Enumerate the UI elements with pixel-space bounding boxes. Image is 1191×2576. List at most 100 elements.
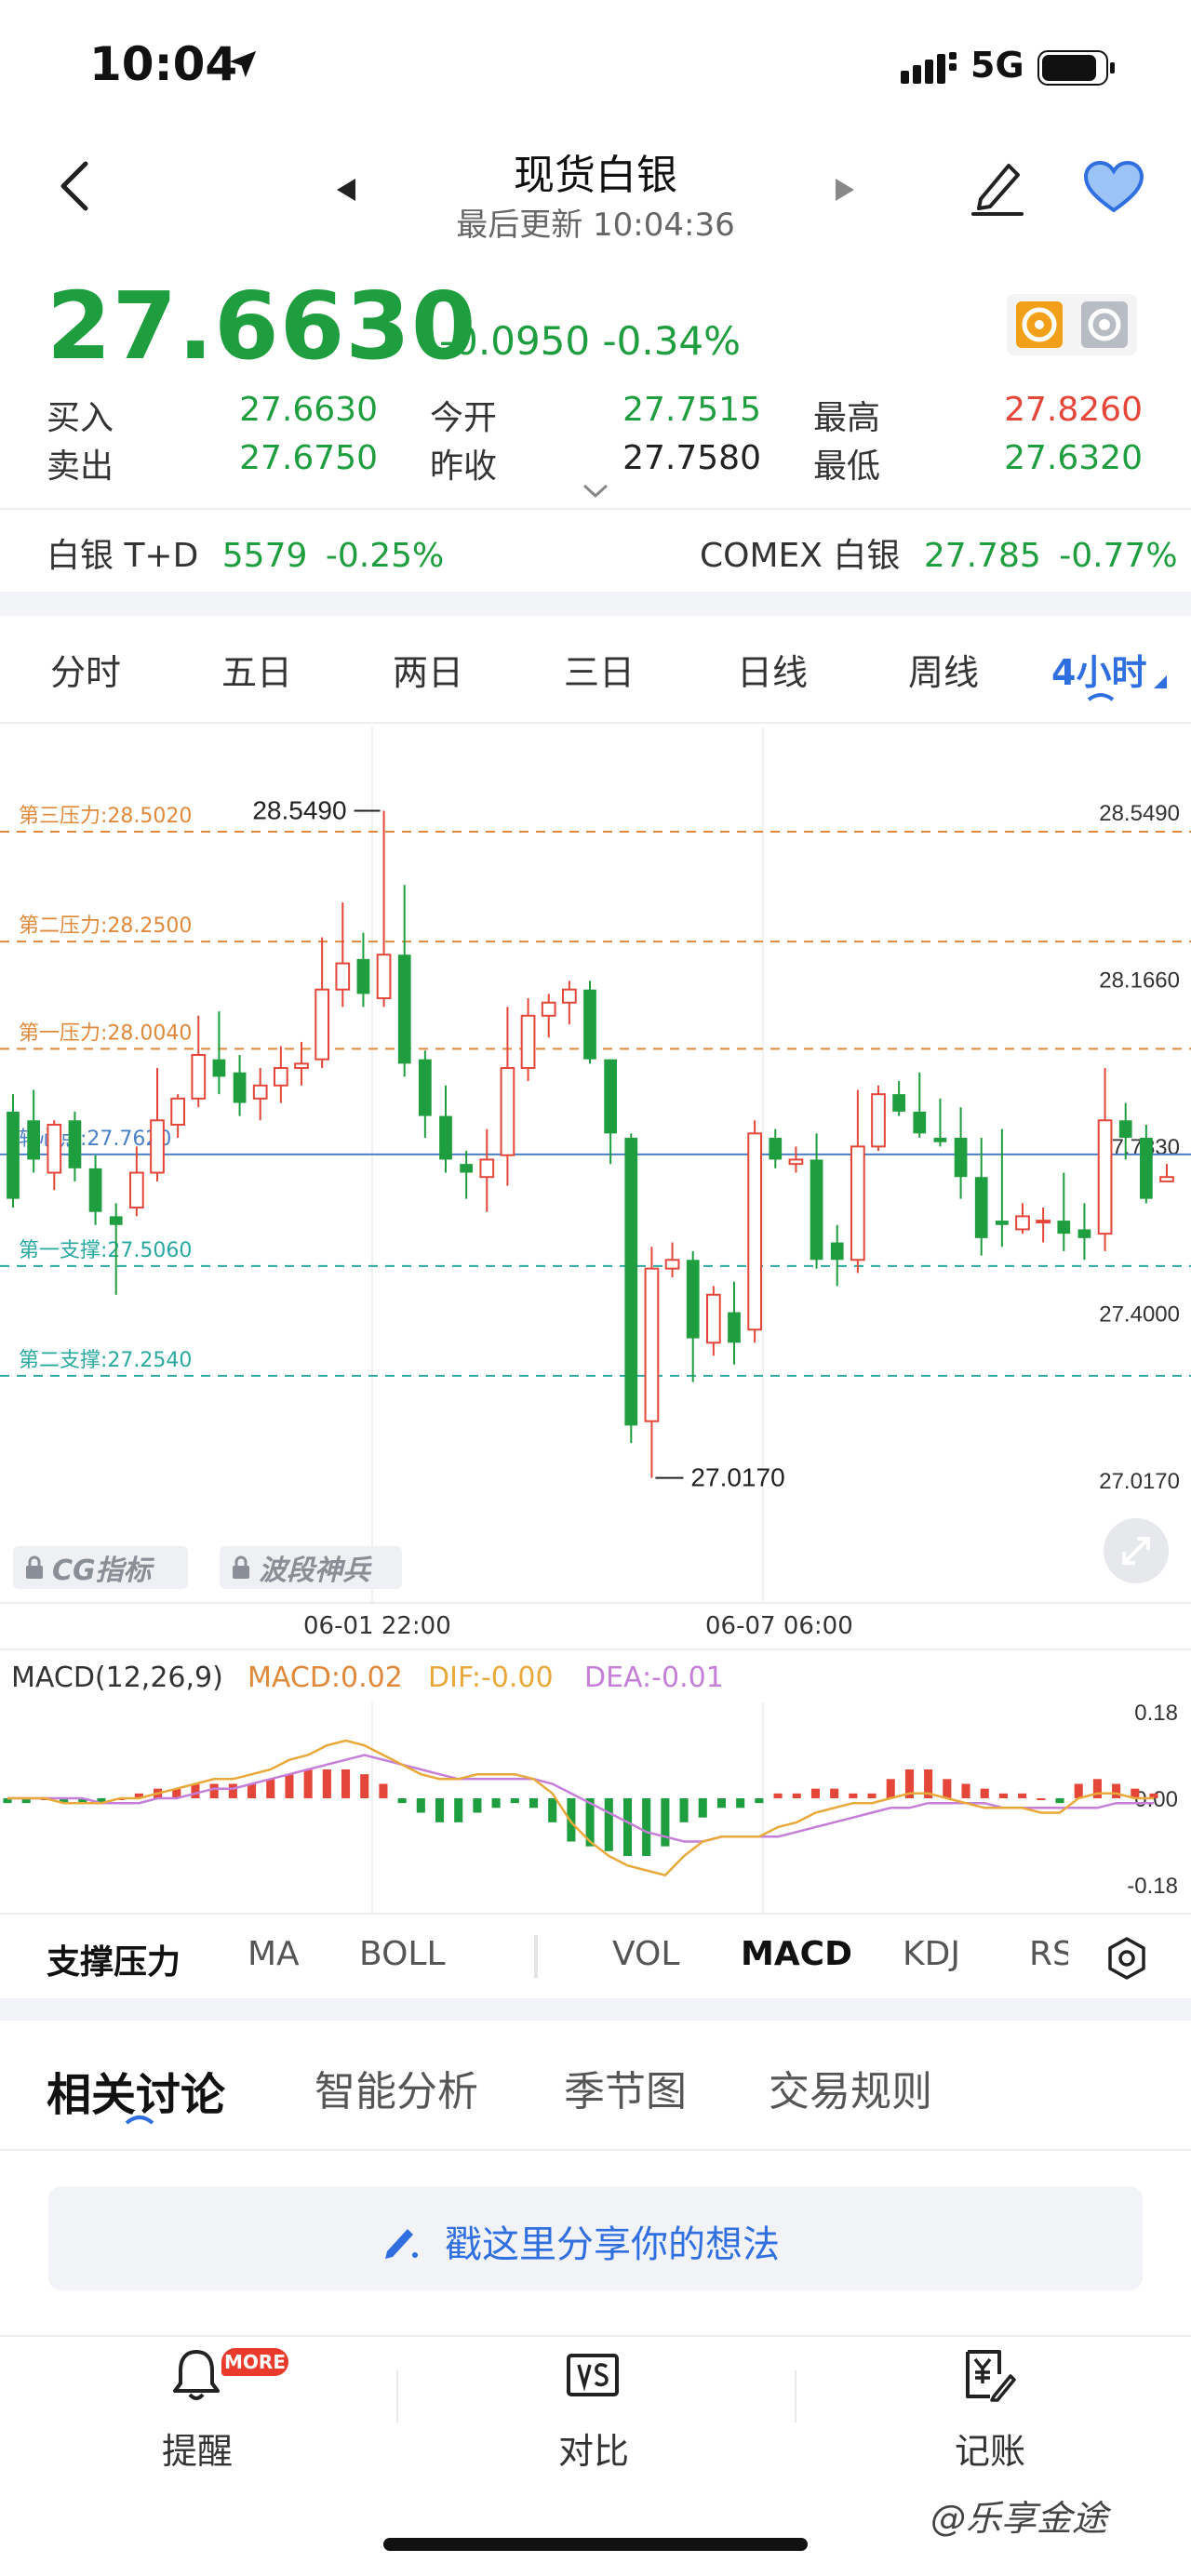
bottom-separator	[396, 2370, 398, 2423]
candlestick-chart[interactable]: 28.549028.166027.783027.400027.0170第三压力:…	[0, 727, 1191, 1602]
candle-body	[500, 1067, 515, 1156]
macd-histogram-bar	[810, 1788, 821, 1798]
indicator-boll[interactable]: BOLL	[359, 1935, 446, 1973]
lock-label-band: 波段神兵	[259, 1555, 370, 1587]
candle-body	[830, 1242, 844, 1261]
tab-timeframe-2day[interactable]: 两日	[393, 644, 463, 695]
candle-body	[850, 1145, 865, 1261]
macd-y-tick: 0.18	[1134, 1702, 1178, 1726]
change-percent: -0.34%	[602, 318, 742, 364]
macd-histogram-bar	[228, 1783, 237, 1798]
active-tab-indicator	[1087, 693, 1115, 701]
candle-body	[47, 1123, 62, 1174]
candle-body	[604, 1059, 618, 1134]
divider	[0, 508, 1191, 510]
tab-smart-analysis[interactable]: 智能分析	[314, 2058, 478, 2117]
macd-histogram-bar	[1074, 1783, 1083, 1798]
candle-body	[1159, 1176, 1174, 1182]
lock-icon	[26, 1555, 43, 1579]
prev-instrument-icon[interactable]	[335, 177, 357, 203]
candle-body	[314, 988, 330, 1061]
locked-indicator-band[interactable]: 波段神兵	[220, 1546, 402, 1589]
last-update: 最后更新 10:04:36	[456, 207, 735, 244]
macd-histogram-bar	[792, 1793, 801, 1798]
candle-body	[88, 1168, 102, 1212]
candle-body	[212, 1059, 226, 1077]
macd-histogram-bar	[209, 1783, 219, 1798]
candle-body	[128, 1171, 144, 1209]
bottom-tab-ledger[interactable]: 记账	[916, 2423, 1064, 2474]
tab-seasonal-chart[interactable]: 季节图	[564, 2058, 687, 2117]
tab-timeframe-daily[interactable]: 日线	[737, 644, 808, 695]
tab-timeframe-intraday[interactable]: 分时	[50, 644, 121, 695]
active-tab-indicator	[125, 2116, 154, 2125]
share-placeholder[interactable]: 戳这里分享你的想法	[445, 2214, 780, 2268]
timeframe-more-icon[interactable]	[1154, 675, 1167, 688]
candle-body	[913, 1111, 927, 1134]
related-td[interactable]: 白银 T+D 5579 -0.25%	[47, 528, 444, 577]
indicator-settings-hexagon-icon[interactable]	[1104, 1935, 1150, 1982]
ledger-yuan-icon[interactable]	[962, 2346, 1016, 2404]
candle-body	[954, 1138, 968, 1178]
indicator-support-resistance[interactable]: 支撑压力	[47, 1935, 181, 1983]
bottom-separator	[795, 2370, 796, 2423]
related-td-name: 白银 T+D	[47, 537, 199, 575]
x-axis-date-2: 06-07 06:00	[705, 1612, 853, 1640]
back-icon[interactable]	[56, 158, 93, 214]
locked-indicator-cg[interactable]: CG指标	[13, 1546, 188, 1589]
candle-body	[747, 1132, 763, 1331]
tab-timeframe-3day[interactable]: 三日	[564, 644, 635, 695]
ask-value: 27.6750	[239, 439, 378, 477]
favorite-heart-icon[interactable]	[1083, 160, 1144, 214]
home-indicator[interactable]	[383, 2538, 808, 2551]
macd-histogram-bar	[849, 1793, 858, 1798]
settings-badge-icon[interactable]	[1081, 301, 1128, 348]
status-bar: 10:04 5G	[0, 0, 1191, 130]
candle-body	[995, 1221, 1009, 1225]
bell-alert-icon[interactable]	[169, 2346, 223, 2404]
bottom-tab-alert[interactable]: 提醒	[123, 2423, 272, 2474]
level-label: 第二支撑:27.2540	[19, 1349, 192, 1372]
level-label: 第三压力:28.5020	[19, 805, 192, 828]
divider	[0, 2149, 1191, 2151]
macd-histogram-bar	[1037, 1798, 1046, 1800]
candle-body	[335, 962, 351, 991]
candle-body	[191, 1053, 207, 1100]
candle-body	[109, 1216, 123, 1225]
macd-histogram-bar	[529, 1798, 539, 1809]
macd-histogram-bar	[548, 1798, 557, 1822]
candle-body	[1015, 1215, 1030, 1231]
related-comex[interactable]: COMEX 白银 27.785 -0.77%	[700, 528, 1178, 577]
dif-line	[7, 1739, 1154, 1877]
related-td-value: 5579	[221, 537, 308, 575]
more-badge: MORE	[221, 2348, 288, 2376]
indicator-kdj[interactable]: KDJ	[903, 1935, 960, 1973]
fullscreen-expand-icon[interactable]	[1104, 1518, 1169, 1583]
indicator-vol[interactable]: VOL	[612, 1935, 679, 1973]
bottom-tab-compare[interactable]: 对比	[519, 2423, 668, 2474]
expand-quote-chevron-icon[interactable]	[582, 484, 609, 499]
indicator-ma[interactable]: MA	[248, 1935, 300, 1973]
tab-timeframe-weekly[interactable]: 周线	[908, 644, 979, 695]
watermark: @乐享金途	[930, 2489, 1107, 2541]
candle-body	[479, 1158, 495, 1179]
tab-trading-rules[interactable]: 交易规则	[769, 2058, 932, 2117]
macd-histogram-bar	[303, 1769, 313, 1798]
indicator-macd[interactable]: MACD	[741, 1935, 852, 1973]
candle-body	[769, 1138, 783, 1160]
next-instrument-icon[interactable]	[834, 177, 856, 203]
edit-icon[interactable]	[968, 156, 1027, 218]
low-label: 最低	[813, 447, 881, 486]
macd-histogram-bar	[830, 1788, 839, 1798]
macd-histogram-bar	[943, 1779, 952, 1798]
macd-histogram-bar	[416, 1798, 425, 1813]
candle-body	[1036, 1220, 1051, 1224]
indicator-rsi[interactable]: RS	[1029, 1935, 1068, 1973]
macd-histogram-bar	[510, 1798, 519, 1804]
refresh-badge-icon[interactable]	[1016, 301, 1063, 348]
tab-timeframe-5day[interactable]: 五日	[221, 644, 292, 695]
compare-vs-icon[interactable]	[566, 2346, 620, 2404]
tab-timeframe-4hour[interactable]: 4小时	[1051, 644, 1146, 695]
candle-body	[1139, 1138, 1153, 1199]
candle-body	[7, 1111, 20, 1199]
